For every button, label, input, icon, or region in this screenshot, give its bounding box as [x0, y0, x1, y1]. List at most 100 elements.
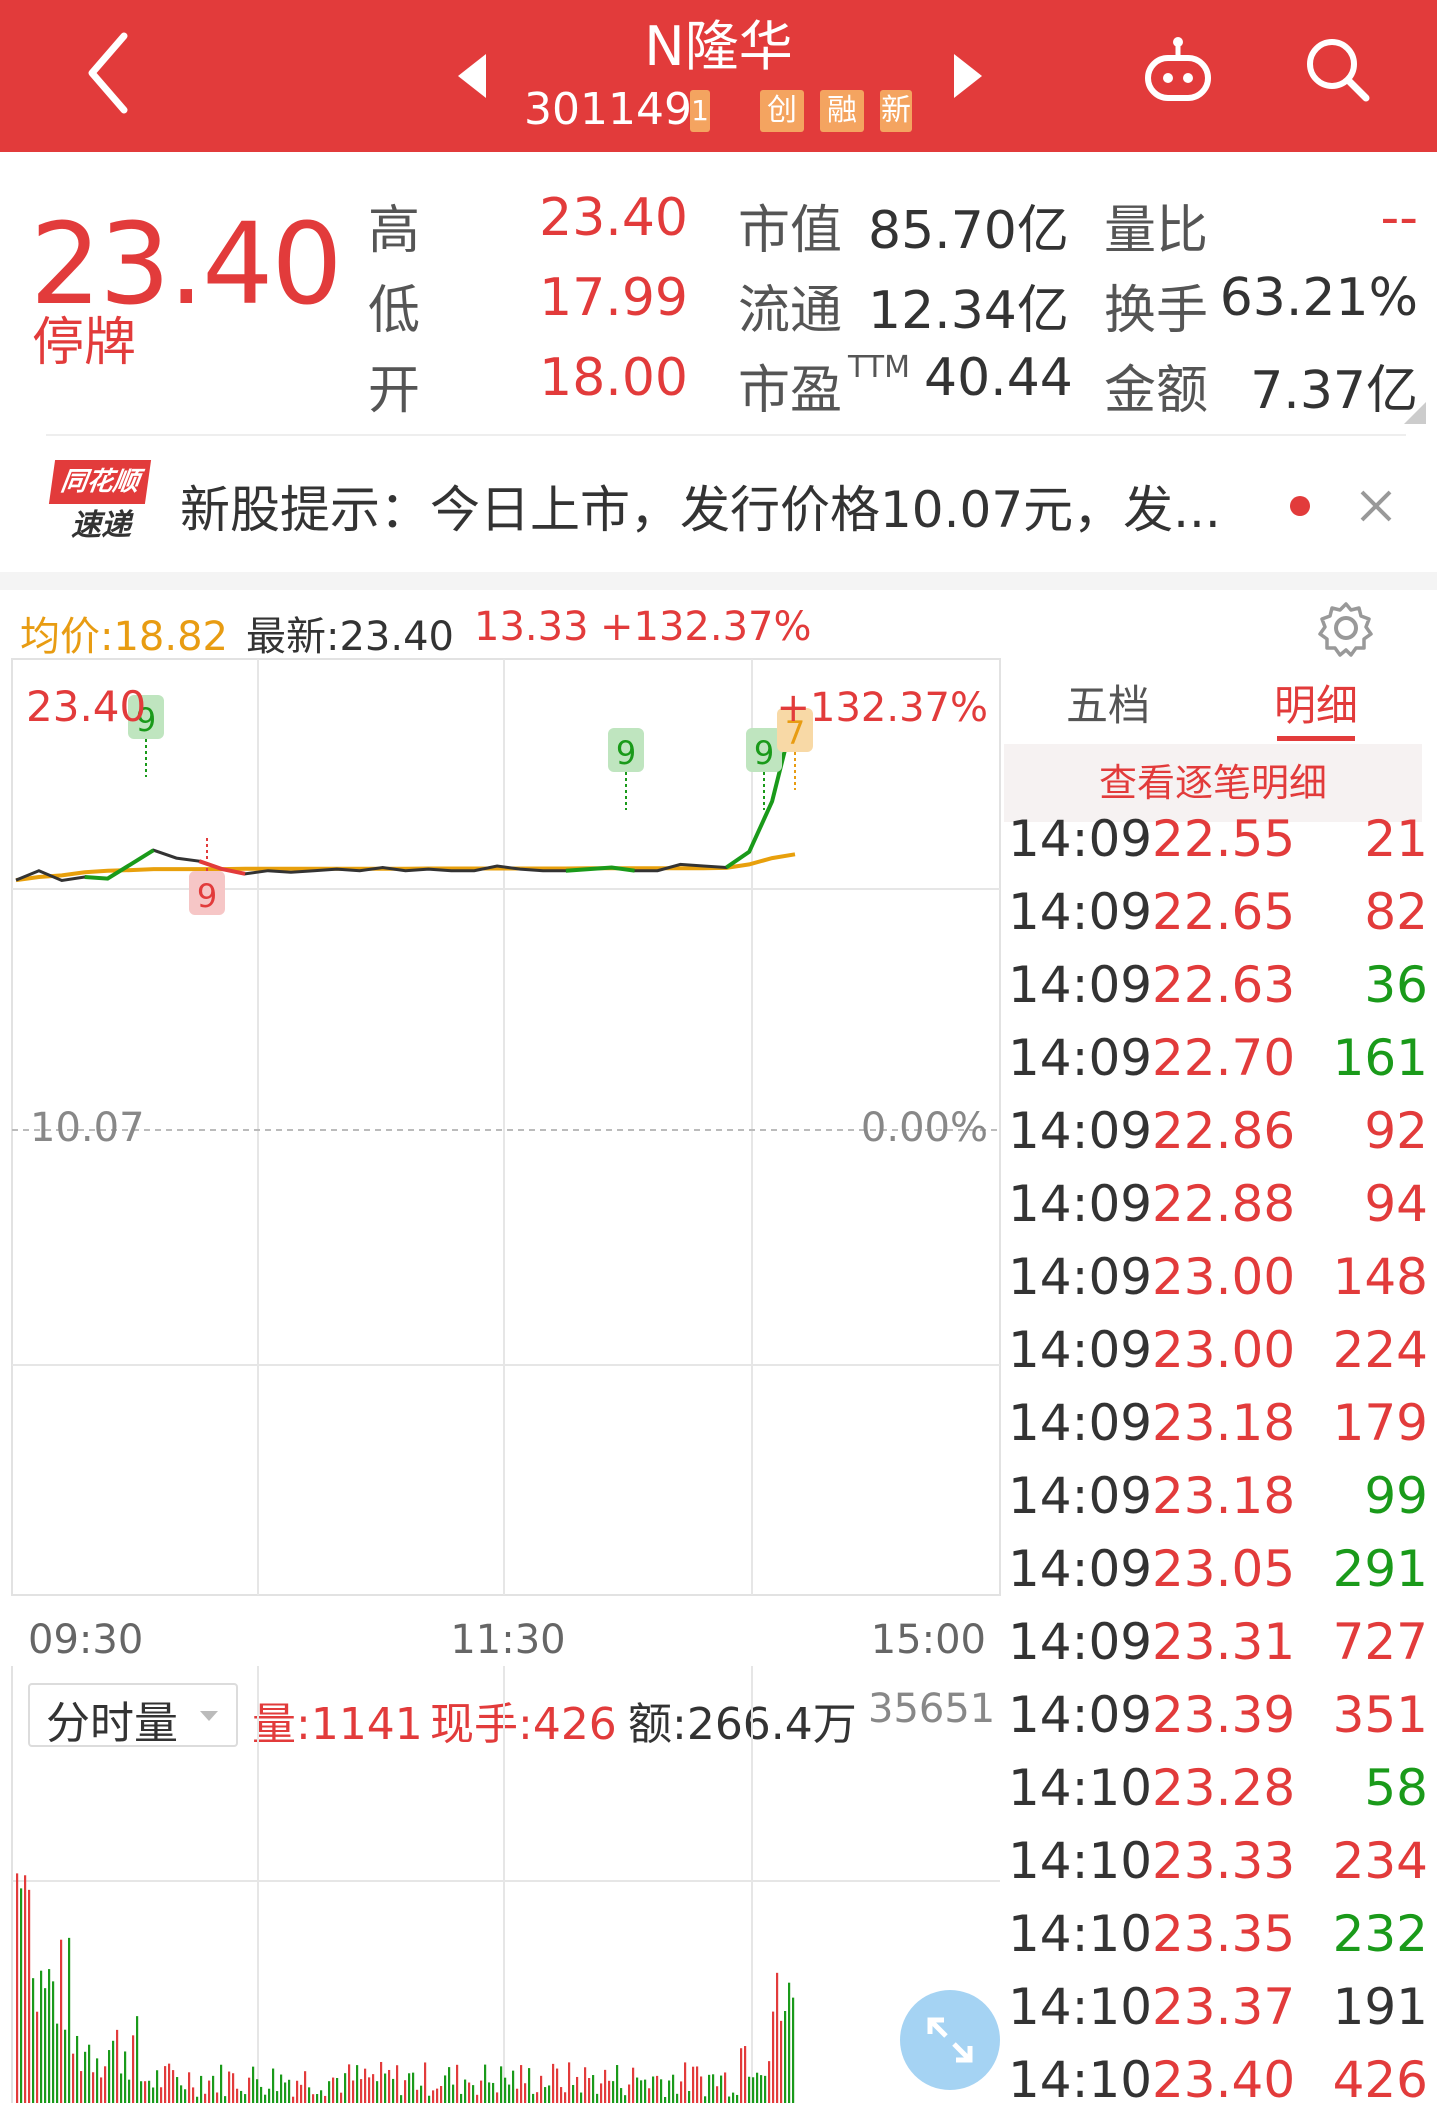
badge-rong: 融	[820, 90, 864, 132]
corner-expand-icon[interactable]	[1404, 402, 1426, 424]
trade-volume: 234	[1332, 1832, 1428, 1890]
volume-bar	[452, 2084, 455, 2103]
trade-volume: 426	[1332, 2051, 1428, 2109]
tab-five-levels[interactable]: 五档	[1066, 672, 1150, 733]
volume-bar	[792, 1997, 795, 2103]
tab-detail[interactable]: 明细	[1274, 672, 1358, 733]
trade-time: 14:10	[1008, 1759, 1153, 1817]
volume-bar	[268, 2088, 271, 2103]
pe-value: 40.44	[924, 348, 1073, 408]
volume-bar	[284, 2082, 287, 2103]
volume-bar	[768, 2061, 771, 2103]
volume-bar	[668, 2080, 671, 2103]
volume-bar	[116, 2029, 119, 2103]
expand-fullscreen-button[interactable]	[900, 1990, 1000, 2090]
float-value: 12.34亿	[868, 281, 1069, 341]
volume-bar	[544, 2087, 547, 2103]
volume-bar	[480, 2080, 483, 2103]
badge-xin: 新	[880, 90, 912, 132]
trade-volume: 36	[1364, 956, 1428, 1014]
trade-time: 14:10	[1008, 2051, 1153, 2109]
trade-time: 14:09	[1008, 1613, 1153, 1671]
volume-bar	[308, 2087, 311, 2103]
volume-bar	[144, 2081, 147, 2103]
volume-bar	[176, 2077, 179, 2103]
volume-bar	[324, 2095, 327, 2103]
intraday-price-chart[interactable]: 999 97 23.40 10.07 +132.37% 0.00% 09:30 1…	[0, 655, 1004, 1665]
volume-bar	[408, 2073, 411, 2103]
volume-bar	[392, 2078, 395, 2103]
volume-bar	[552, 2063, 555, 2103]
volume-bar	[396, 2065, 399, 2103]
active-tab-indicator	[1277, 736, 1355, 741]
trade-row: 14:09 23.18 179	[1008, 1394, 1428, 1464]
trade-volume: 351	[1332, 1686, 1428, 1744]
trade-time: 14:09	[1008, 1248, 1153, 1306]
volume-bar	[644, 2079, 647, 2103]
close-icon[interactable]	[1358, 488, 1394, 524]
volume-bar	[236, 2088, 239, 2103]
volume-bar	[532, 2093, 535, 2103]
trade-time: 14:09	[1008, 956, 1153, 1014]
code-suffix-badge: 1	[690, 90, 710, 132]
volume-bar	[348, 2064, 351, 2103]
volume-bar	[400, 2095, 403, 2103]
pct-axis-top-label: +132.37%	[777, 685, 988, 731]
amount-label: 金额	[1104, 361, 1209, 421]
volume-bar	[692, 2066, 695, 2103]
trade-price: 23.28	[1152, 1759, 1296, 1817]
trade-volume: 94	[1364, 1175, 1428, 1233]
trade-price: 23.18	[1152, 1394, 1296, 1452]
volume-bar	[132, 2035, 135, 2103]
trade-volume: 82	[1364, 883, 1428, 941]
volume-bar	[628, 2084, 631, 2103]
stock-code: 301149	[524, 84, 692, 135]
volume-bar	[548, 2085, 551, 2103]
robot-assistant-icon[interactable]	[1140, 34, 1216, 110]
trade-time: 14:09	[1008, 1686, 1153, 1744]
trade-row: 14:10 23.28 58	[1008, 1759, 1428, 1829]
volume-bar	[732, 2092, 735, 2103]
volume-bar	[524, 2083, 527, 2103]
volume-bar	[468, 2082, 471, 2103]
volume-bar	[612, 2081, 615, 2103]
volume-bar	[212, 2075, 215, 2103]
trade-row: 14:10 23.35 232	[1008, 1905, 1428, 1975]
volume-bar	[108, 2050, 111, 2103]
trade-price: 22.55	[1152, 810, 1296, 868]
volume-bar	[388, 2069, 391, 2103]
volume-bar	[412, 2072, 415, 2103]
x-tick-0930: 09:30	[28, 1617, 143, 1663]
volume-bar	[416, 2089, 419, 2103]
trade-row: 14:09 22.88 94	[1008, 1175, 1428, 1245]
volume-bar	[24, 1875, 27, 2103]
volume-bar	[64, 2029, 67, 2103]
top-bar: N隆华 301149 1 创 融 新	[0, 0, 1437, 152]
trade-time: 14:10	[1008, 1832, 1153, 1890]
divider	[46, 434, 1406, 436]
volume-bar	[776, 1972, 779, 2103]
volume-bar	[164, 2066, 167, 2103]
volume-bar	[260, 2086, 263, 2103]
chart-markers: 999 97	[128, 695, 813, 915]
volume-bar	[336, 2077, 339, 2103]
volume-bar	[536, 2092, 539, 2103]
volume-bar	[472, 2085, 475, 2103]
volume-bar	[460, 2093, 463, 2103]
volume-bar	[556, 2068, 559, 2103]
avg-price-line	[15, 852, 796, 883]
settings-gear-icon[interactable]	[1316, 598, 1376, 658]
search-icon[interactable]	[1302, 34, 1372, 104]
volume-bar	[440, 2086, 443, 2103]
volume-bar	[200, 2075, 203, 2103]
amount-value: 7.37亿	[1250, 361, 1418, 421]
volume-bar	[304, 2071, 307, 2103]
trade-price: 23.39	[1152, 1686, 1296, 1744]
news-ticker-text[interactable]: 新股提示：今日上市，发行价格10.07元，发...	[180, 470, 1221, 542]
volume-bar	[700, 2076, 703, 2103]
volume-bar	[580, 2092, 583, 2103]
volume-bar	[364, 2068, 367, 2103]
volume-bar	[564, 2092, 567, 2103]
trade-volume: 92	[1364, 1102, 1428, 1160]
volume-bar	[484, 2064, 487, 2103]
